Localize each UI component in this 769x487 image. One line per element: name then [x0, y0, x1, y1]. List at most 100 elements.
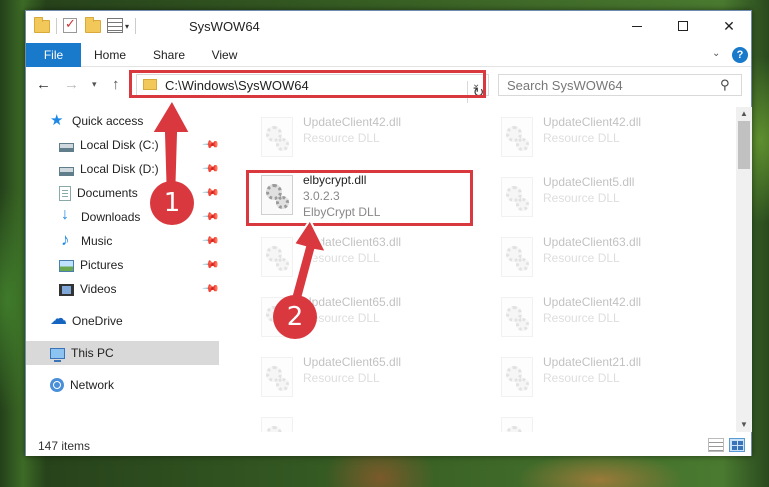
file-name: UpdateClient42.dll [543, 295, 642, 309]
scroll-up-icon[interactable]: ▲ [740, 109, 748, 118]
tab-view[interactable]: View [202, 43, 247, 67]
step-badge-2: 2 [273, 295, 317, 339]
sidebar-item-label: OneDrive [72, 314, 123, 328]
dll-file-icon [261, 417, 293, 432]
address-bar-highlight [129, 70, 486, 98]
sidebar-item-videos[interactable]: Videos 📌 [26, 277, 220, 301]
dll-file-icon [261, 357, 293, 397]
recent-locations-chevron-icon[interactable]: ▾ [92, 79, 97, 90]
sidebar-item-label: This PC [71, 346, 114, 360]
tab-share[interactable]: Share [144, 43, 194, 67]
dll-file-icon [501, 357, 533, 397]
file-tile[interactable]: UpdateClient65.dll Resource DLL [253, 349, 473, 403]
file-explorer-window: ▾ SysWOW64 ✕ File Home Share View ⌄ ? ← … [25, 10, 752, 456]
star-icon [50, 111, 66, 129]
file-type: Resource DLL [543, 191, 620, 205]
file-name: UpdateClient42.dll [543, 115, 642, 129]
file-name: UpdateClient63.dll [543, 235, 642, 249]
close-button[interactable]: ✕ [706, 11, 752, 41]
file-type: Resource DLL [303, 371, 380, 385]
step-badge-1: 1 [150, 181, 194, 225]
minimize-icon [632, 25, 642, 27]
dll-file-icon [501, 297, 533, 337]
customize-toolbar-icon[interactable] [107, 18, 123, 34]
sidebar-item-pictures[interactable]: Pictures 📌 [26, 253, 220, 277]
scrollbar-thumb[interactable] [738, 121, 750, 169]
sidebar-item-label: Pictures [80, 258, 124, 272]
onedrive-icon [50, 309, 67, 329]
file-type: Resource DLL [543, 311, 620, 325]
dll-file-icon [501, 417, 533, 432]
close-icon: ✕ [723, 17, 735, 34]
drive-icon [59, 166, 74, 176]
chevron-down-icon[interactable]: ⌄ [712, 48, 720, 59]
file-type: Resource DLL [543, 131, 620, 145]
sidebar-item-label: Local Disk (D:) [80, 162, 159, 176]
back-arrow-icon[interactable]: ← [36, 76, 51, 93]
file-name: UpdateClient65.dll [303, 355, 402, 369]
file-tile[interactable] [253, 409, 473, 432]
search-input[interactable]: Search SysWOW64 ⚲ [498, 74, 742, 96]
toolbar-divider [56, 18, 57, 34]
folder-icon[interactable] [34, 17, 50, 34]
sidebar-item-label: Quick access [72, 114, 144, 128]
vertical-scrollbar[interactable]: ▲ ▼ [736, 107, 752, 432]
dll-file-icon [501, 237, 533, 277]
sidebar-item-label: Music [81, 234, 113, 248]
maximize-button[interactable] [660, 11, 706, 41]
file-tile[interactable]: UpdateClient42.dll Resource DLL [253, 109, 473, 163]
file-tile[interactable]: UpdateClient42.dll Resource DLL [493, 289, 713, 343]
pin-icon[interactable]: 📌 [201, 207, 220, 226]
scroll-down-icon[interactable]: ▼ [740, 420, 748, 429]
up-arrow-icon[interactable]: ↑ [112, 76, 120, 93]
properties-check-icon[interactable] [63, 16, 79, 34]
toolbar-divider [135, 18, 137, 34]
item-count: 147 items [38, 439, 91, 453]
dll-file-icon [501, 177, 533, 217]
documents-icon [59, 185, 71, 201]
pin-icon[interactable]: 📌 [201, 279, 220, 298]
drive-icon [59, 142, 74, 152]
file-name: UpdateClient21.dll [543, 355, 642, 369]
videos-icon [59, 284, 74, 296]
maximize-icon [678, 21, 688, 31]
sidebar-item-network[interactable]: Network [26, 373, 219, 397]
network-icon [50, 378, 64, 392]
dll-file-icon [261, 117, 293, 157]
quick-access-toolbar: ▾ [34, 16, 137, 34]
file-tile[interactable]: UpdateClient63.dll Resource DLL [493, 229, 713, 283]
file-type: Resource DLL [303, 131, 380, 145]
sidebar-item-label: Local Disk (C:) [80, 138, 159, 152]
forward-arrow-icon[interactable]: → [64, 76, 79, 93]
sidebar-item-onedrive[interactable]: OneDrive [26, 309, 219, 333]
file-tile[interactable] [493, 409, 713, 432]
title-bar: ▾ SysWOW64 ✕ [26, 11, 751, 43]
file-name: UpdateClient42.dll [303, 115, 402, 129]
file-type: Resource DLL [543, 251, 620, 265]
downloads-icon [59, 206, 75, 225]
file-tile[interactable]: UpdateClient21.dll Resource DLL [493, 349, 713, 403]
tab-home[interactable]: Home [84, 43, 136, 67]
tab-file[interactable]: File [26, 43, 81, 67]
file-type: Resource DLL [543, 371, 620, 385]
chevron-down-icon[interactable]: ▾ [125, 22, 129, 31]
help-icon[interactable]: ? [732, 47, 748, 63]
pin-icon[interactable]: 📌 [201, 231, 220, 250]
dll-file-icon [501, 117, 533, 157]
new-folder-icon[interactable] [85, 17, 101, 34]
sidebar-item-label: Downloads [81, 210, 141, 224]
file-tile[interactable]: UpdateClient5.dll Resource DLL [493, 169, 713, 223]
pictures-icon [59, 260, 74, 272]
pin-icon[interactable]: 📌 [201, 255, 220, 274]
sidebar-item-label: Videos [80, 282, 117, 296]
sidebar-item-label: Documents [77, 186, 138, 200]
sidebar-item-music[interactable]: Music 📌 [26, 229, 220, 253]
status-bar: 147 items [26, 434, 751, 456]
file-tile[interactable]: UpdateClient42.dll Resource DLL [493, 109, 713, 163]
search-icon[interactable]: ⚲ [720, 77, 730, 93]
minimize-button[interactable] [614, 11, 660, 41]
sidebar-item-this-pc[interactable]: This PC [26, 341, 219, 365]
search-placeholder: Search SysWOW64 [507, 78, 623, 93]
details-view-icon[interactable] [708, 438, 724, 452]
large-icons-view-icon[interactable] [729, 438, 745, 452]
